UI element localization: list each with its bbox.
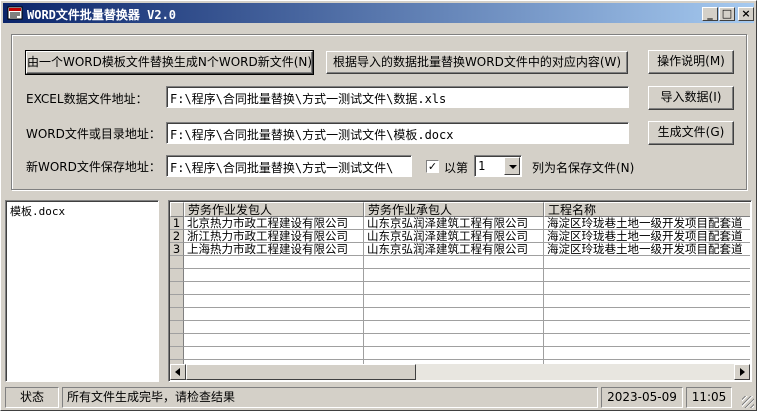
table-cell[interactable]: 海淀区玲珑巷土地一级开发项目配套道 [544, 230, 750, 243]
empty-cell [170, 256, 184, 269]
empty-cell [170, 295, 184, 308]
row-number: 2 [170, 230, 184, 243]
empty-row [170, 347, 750, 360]
empty-cell [184, 321, 364, 334]
empty-row [170, 295, 750, 308]
empty-cell [544, 295, 750, 308]
arrow-left-icon[interactable] [170, 364, 186, 380]
empty-cell [364, 282, 544, 295]
empty-cell [184, 295, 364, 308]
table-cell[interactable]: 上海热力市政工程建设有限公司 [184, 243, 364, 256]
table-row[interactable]: 2 浙江热力市政工程建设有限公司 山东京弘润泽建筑工程有限公司 海淀区玲珑巷土地… [170, 230, 750, 243]
table-cell[interactable]: 海淀区玲珑巷土地一级开发项目配套道 [544, 217, 750, 230]
empty-cell [170, 308, 184, 321]
column-header[interactable]: 工程名称 [544, 202, 750, 217]
table-cell[interactable]: 山东京弘润泽建筑工程有限公司 [364, 243, 544, 256]
list-item[interactable]: 模板.docx [10, 203, 154, 219]
status-bar: 状态 所有文件生成完毕，请检查结果 2023-05-09 11:05 [3, 387, 754, 408]
empty-cell [184, 308, 364, 321]
table-cell[interactable]: 海淀区玲珑巷土地一级开发项目配套道 [544, 243, 750, 256]
horizontal-scrollbar[interactable] [170, 364, 750, 380]
batch-replace-button[interactable]: 根据导入的数据批量替换WORD文件中的对应内容(W) [326, 51, 628, 74]
empty-cell [170, 347, 184, 360]
column-header[interactable]: 劳务作业承包人 [364, 202, 544, 217]
empty-cell [544, 269, 750, 282]
word-path-label: WORD文件或目录地址： [26, 127, 161, 141]
empty-cell [544, 282, 750, 295]
save-path-input[interactable]: F:\程序\合同批量替换\方式一测试文件\ [166, 155, 412, 177]
empty-cell [364, 347, 544, 360]
column-select-value: 1 [478, 159, 486, 173]
empty-cell [184, 269, 364, 282]
empty-cell [544, 256, 750, 269]
empty-cell [170, 334, 184, 347]
grid-corner [170, 202, 184, 217]
empty-row [170, 269, 750, 282]
app-icon [7, 6, 23, 20]
empty-cell [364, 308, 544, 321]
empty-cell [170, 321, 184, 334]
window-title: WORD文件批量替换器 V2.0 [27, 8, 177, 22]
table-cell[interactable]: 北京热力市政工程建设有限公司 [184, 217, 364, 230]
empty-cell [364, 334, 544, 347]
empty-cell [170, 282, 184, 295]
empty-cell [364, 321, 544, 334]
empty-cell [364, 269, 544, 282]
table-cell[interactable]: 浙江热力市政工程建设有限公司 [184, 230, 364, 243]
table-row[interactable]: 3 上海热力市政工程建设有限公司 山东京弘润泽建筑工程有限公司 海淀区玲珑巷土地… [170, 243, 750, 256]
maximize-button[interactable]: □ [719, 7, 735, 21]
empty-cell [544, 347, 750, 360]
help-button[interactable]: 操作说明(M) [648, 50, 734, 74]
column-select[interactable]: 1 [474, 155, 522, 177]
import-data-button[interactable]: 导入数据(I) [648, 86, 734, 110]
minimize-button[interactable]: _ [702, 7, 718, 21]
table-cell[interactable]: 山东京弘润泽建筑工程有限公司 [364, 217, 544, 230]
title-bar[interactable]: WORD文件批量替换器 V2.0 _ □ × [3, 3, 754, 23]
scrollbar-thumb[interactable] [186, 364, 416, 380]
empty-cell [170, 269, 184, 282]
save-path-label: 新WORD文件保存地址： [26, 160, 161, 174]
name-by-column-checkbox[interactable]: ✓ [426, 160, 439, 173]
column-suffix-label: 列为名保存文件(N) [532, 161, 635, 175]
main-window: WORD文件批量替换器 V2.0 _ □ × 由一个WORD模板文件替换生成N个… [0, 0, 757, 411]
empty-row [170, 321, 750, 334]
empty-cell [364, 295, 544, 308]
chevron-down-icon[interactable] [504, 157, 520, 175]
empty-cell [184, 347, 364, 360]
file-list[interactable]: 模板.docx [5, 200, 159, 382]
empty-cell [184, 282, 364, 295]
data-grid[interactable]: 劳务作业发包人 劳务作业承包人 工程名称 1 北京热力市政工程建设有限公司 山东… [168, 200, 752, 382]
empty-row [170, 282, 750, 295]
excel-path-input[interactable]: F:\程序\合同批量替换\方式一测试文件\数据.xls [166, 86, 629, 108]
status-time: 11:05 [686, 387, 732, 408]
empty-cell [184, 256, 364, 269]
arrow-right-icon[interactable] [734, 364, 750, 380]
checkbox-label: 以第 [444, 161, 469, 175]
status-label: 状态 [5, 387, 59, 408]
empty-cell [544, 334, 750, 347]
empty-cell [544, 308, 750, 321]
generate-new-files-button[interactable]: 由一个WORD模板文件替换生成N个WORD新文件(N) [25, 50, 314, 75]
empty-row [170, 334, 750, 347]
row-number: 3 [170, 243, 184, 256]
empty-row [170, 308, 750, 321]
status-date: 2023-05-09 [601, 387, 683, 408]
generate-file-button[interactable]: 生成文件(G) [648, 121, 734, 145]
table-row[interactable]: 1 北京热力市政工程建设有限公司 山东京弘润泽建筑工程有限公司 海淀区玲珑巷土地… [170, 217, 750, 230]
row-number: 1 [170, 217, 184, 230]
empty-row [170, 256, 750, 269]
empty-cell [544, 321, 750, 334]
close-button[interactable]: × [738, 7, 754, 21]
status-message: 所有文件生成完毕，请检查结果 [62, 387, 598, 408]
grid-header-row: 劳务作业发包人 劳务作业承包人 工程名称 [170, 202, 750, 217]
word-path-input[interactable]: F:\程序\合同批量替换\方式一测试文件\模板.docx [166, 122, 629, 144]
table-cell[interactable]: 山东京弘润泽建筑工程有限公司 [364, 230, 544, 243]
empty-cell [364, 256, 544, 269]
resize-grip-icon[interactable] [742, 396, 754, 408]
empty-cell [184, 334, 364, 347]
excel-path-label: EXCEL数据文件地址： [26, 92, 148, 106]
column-header[interactable]: 劳务作业发包人 [184, 202, 364, 217]
